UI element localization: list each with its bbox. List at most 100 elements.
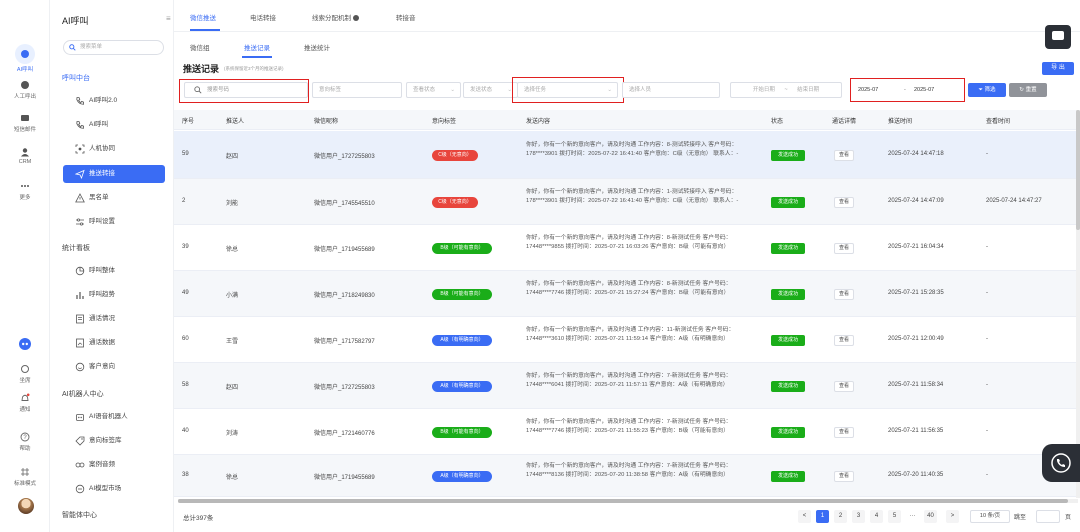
page-5[interactable]: 5 xyxy=(888,510,901,523)
jump-page-input[interactable] xyxy=(1036,510,1060,523)
sidebar-group-agent-center[interactable]: 智能体中心 xyxy=(62,510,97,520)
subtab-push-stats[interactable]: 推送统计 xyxy=(304,42,330,52)
sidebar-group-call-center[interactable]: 呼叫中台 xyxy=(62,73,90,83)
sidebar-item-intent-tags[interactable]: 意向标签库 xyxy=(63,432,165,450)
view-detail-button[interactable]: 查看 xyxy=(834,427,854,438)
table-row[interactable]: 2 刘能 微信用户_1745545510 C级（无意向） 你好，你有一个新的意向客户，请… xyxy=(174,179,1080,225)
view-detail-button[interactable]: 查看 xyxy=(834,289,854,300)
vertical-scroll-thumb[interactable] xyxy=(1076,110,1080,230)
next-page-button[interactable]: > xyxy=(946,510,959,523)
sidebar-item-model-market[interactable]: AI模型市场 xyxy=(63,480,165,498)
view-detail-button[interactable]: 查看 xyxy=(834,197,854,208)
bell-icon xyxy=(21,393,30,401)
view-detail-button[interactable]: 查看 xyxy=(834,471,854,482)
tab-phone-transfer[interactable]: 电话转接 xyxy=(250,12,276,22)
subtab-wechat-group[interactable]: 微信组 xyxy=(190,42,210,52)
horizontal-scrollbar[interactable] xyxy=(178,499,1078,503)
intent-tag-badge: C级（无意向） xyxy=(432,150,478,161)
table-row[interactable]: 59 赵四 微信用户_1727255803 C级（无意向） 你好，你有一个新的意向客户，… xyxy=(174,131,1080,179)
sidebar-item-ai-call[interactable]: AI呼叫 xyxy=(63,116,165,134)
floating-phone-button[interactable] xyxy=(1042,444,1080,482)
table-row[interactable]: 58 赵四 微信用户_1727255803 A级（有明确意向） 你好，你有一个新的意向客… xyxy=(174,363,1080,409)
page-size-select[interactable]: 10 条/页 xyxy=(970,510,1010,523)
refresh-icon: ↻ xyxy=(1019,87,1025,93)
sidebar-item-customer-intent[interactable]: 客户意向 xyxy=(63,358,165,376)
sidebar-item-call-trend[interactable]: 呼叫趋势 xyxy=(63,286,165,304)
avatar[interactable] xyxy=(18,498,34,514)
market-icon xyxy=(75,484,85,494)
horizontal-scroll-thumb[interactable] xyxy=(178,499,1068,503)
vertical-scrollbar[interactable] xyxy=(1076,110,1080,498)
rail-item-notify[interactable]: 通知 xyxy=(0,393,50,413)
rail-item-mode[interactable]: 标准模式 xyxy=(0,467,50,487)
rail-item-help[interactable]: ? 帮助 xyxy=(0,432,50,452)
sidebar-item-push-transfer[interactable]: 推送转接 xyxy=(63,165,165,183)
status-badge: 发送成功 xyxy=(771,150,805,161)
table-row[interactable]: 60 王雪 微信用户_1717582797 A级（有明确意向） 你好，你有一个新的意向客… xyxy=(174,317,1080,363)
sidebar-item-call-data[interactable]: 通话数据 xyxy=(63,334,165,352)
view-detail-button[interactable]: 查看 xyxy=(834,150,854,161)
tab-wechat-push[interactable]: 微信推送 xyxy=(190,12,216,22)
rail-item-sms[interactable]: 短信邮件 xyxy=(0,113,50,133)
date-range-picker[interactable]: 开始日期 ~ 结束日期 xyxy=(730,82,842,98)
tab-lead-allocation[interactable]: 线索分配机制 xyxy=(312,12,359,22)
rail-item-manual-call[interactable]: 人工呼出 xyxy=(0,80,50,100)
table-row[interactable]: 38 徐总 微信用户_1719455689 A级（有明确意向） 你好，你有一个新的意向客… xyxy=(174,455,1080,497)
sidebar-group-robot-center[interactable]: AI机器人中心 xyxy=(62,389,104,399)
send-status-select[interactable]: 发送状态 ⌄ xyxy=(463,82,518,98)
smile-icon xyxy=(75,362,85,372)
page-4[interactable]: 4 xyxy=(870,510,883,523)
sidebar-item-voice-robot[interactable]: AI语音机器人 xyxy=(63,408,165,426)
rail-item-crm[interactable]: CRM xyxy=(0,147,50,165)
seat-icon xyxy=(21,365,29,373)
cell-push-time: 2025-07-24 14:47:09 xyxy=(888,198,944,204)
sidebar-group-stats[interactable]: 统计看板 xyxy=(62,243,90,253)
page-3[interactable]: 3 xyxy=(852,510,865,523)
view-detail-button[interactable]: 查看 xyxy=(834,243,854,254)
cell-pusher: 刘涛 xyxy=(226,431,239,437)
sidebar-item-ai-call-2[interactable]: AI呼叫2.0 xyxy=(63,92,165,110)
month-start[interactable]: 2025-07 xyxy=(858,82,878,98)
cell-nickname: 微信用户_1727255803 xyxy=(314,385,375,391)
audio-icon xyxy=(75,462,85,468)
page-40[interactable]: 40 xyxy=(924,510,937,523)
sidebar-item-call-settings[interactable]: 呼叫设置 xyxy=(63,213,165,231)
more-icon xyxy=(21,185,29,187)
table-row[interactable]: 49 小满 微信用户_1718249830 B级（可能有意向） 你好，你有一个新的意向客… xyxy=(174,271,1080,317)
cell-pusher: 徐总 xyxy=(226,247,239,253)
filter-button[interactable]: ⏷ 筛选 xyxy=(968,83,1006,97)
view-status-select[interactable]: 查看状态 ⌄ xyxy=(406,82,461,98)
rail-item-ai-call[interactable]: AI呼叫 xyxy=(0,44,50,73)
rail-item-seat[interactable]: 坐席 xyxy=(0,364,50,384)
intent-tag-select[interactable]: 意向标签 xyxy=(312,82,402,98)
floating-chat-button[interactable] xyxy=(1045,25,1071,49)
tab-transfer-tone[interactable]: 转接音 xyxy=(396,12,416,22)
sidebar-item-human-machine[interactable]: 人机协同 xyxy=(63,140,165,158)
col-status: 状态 xyxy=(771,119,784,125)
view-detail-button[interactable]: 查看 xyxy=(834,335,854,346)
cell-view-time: - xyxy=(986,428,988,434)
menu-search-input[interactable]: 搜索菜单 xyxy=(63,40,164,55)
table-row[interactable]: 40 刘涛 微信用户_1721460776 B级（可能有意向） 你好，你有一个新的意向客… xyxy=(174,409,1080,455)
rail-bot-logo[interactable] xyxy=(0,338,50,352)
sidebar-item-call-overall[interactable]: 呼叫整体 xyxy=(63,262,165,280)
cell-index: 58 xyxy=(182,382,189,388)
export-button[interactable]: 导 出 xyxy=(1042,62,1074,75)
cell-index: 60 xyxy=(182,336,189,342)
month-end[interactable]: 2025-07 xyxy=(914,82,934,98)
reset-button[interactable]: ↻ 重置 xyxy=(1009,83,1047,97)
rail-item-more[interactable]: 更多 xyxy=(0,181,50,201)
view-detail-button[interactable]: 查看 xyxy=(834,381,854,392)
menu-fold-icon[interactable]: ≡ xyxy=(166,14,171,23)
page-ellipsis[interactable]: ··· xyxy=(906,510,919,523)
sidebar-item-blacklist[interactable]: 黑名单 xyxy=(63,189,165,207)
page-1[interactable]: 1 xyxy=(816,510,829,523)
page-2[interactable]: 2 xyxy=(834,510,847,523)
sidebar-item-case-audio[interactable]: 案例音频 xyxy=(63,456,165,474)
person-select[interactable]: 选择人员 xyxy=(622,82,720,98)
subtab-push-records[interactable]: 推送记录 xyxy=(244,42,270,52)
sidebar-item-call-status[interactable]: 通话情况 xyxy=(63,310,165,328)
prev-page-button[interactable]: < xyxy=(798,510,811,523)
ai-call-icon xyxy=(15,44,35,64)
table-row[interactable]: 39 徐总 微信用户_1719455689 B级（可能有意向） 你好，你有一个新的意向客… xyxy=(174,225,1080,271)
